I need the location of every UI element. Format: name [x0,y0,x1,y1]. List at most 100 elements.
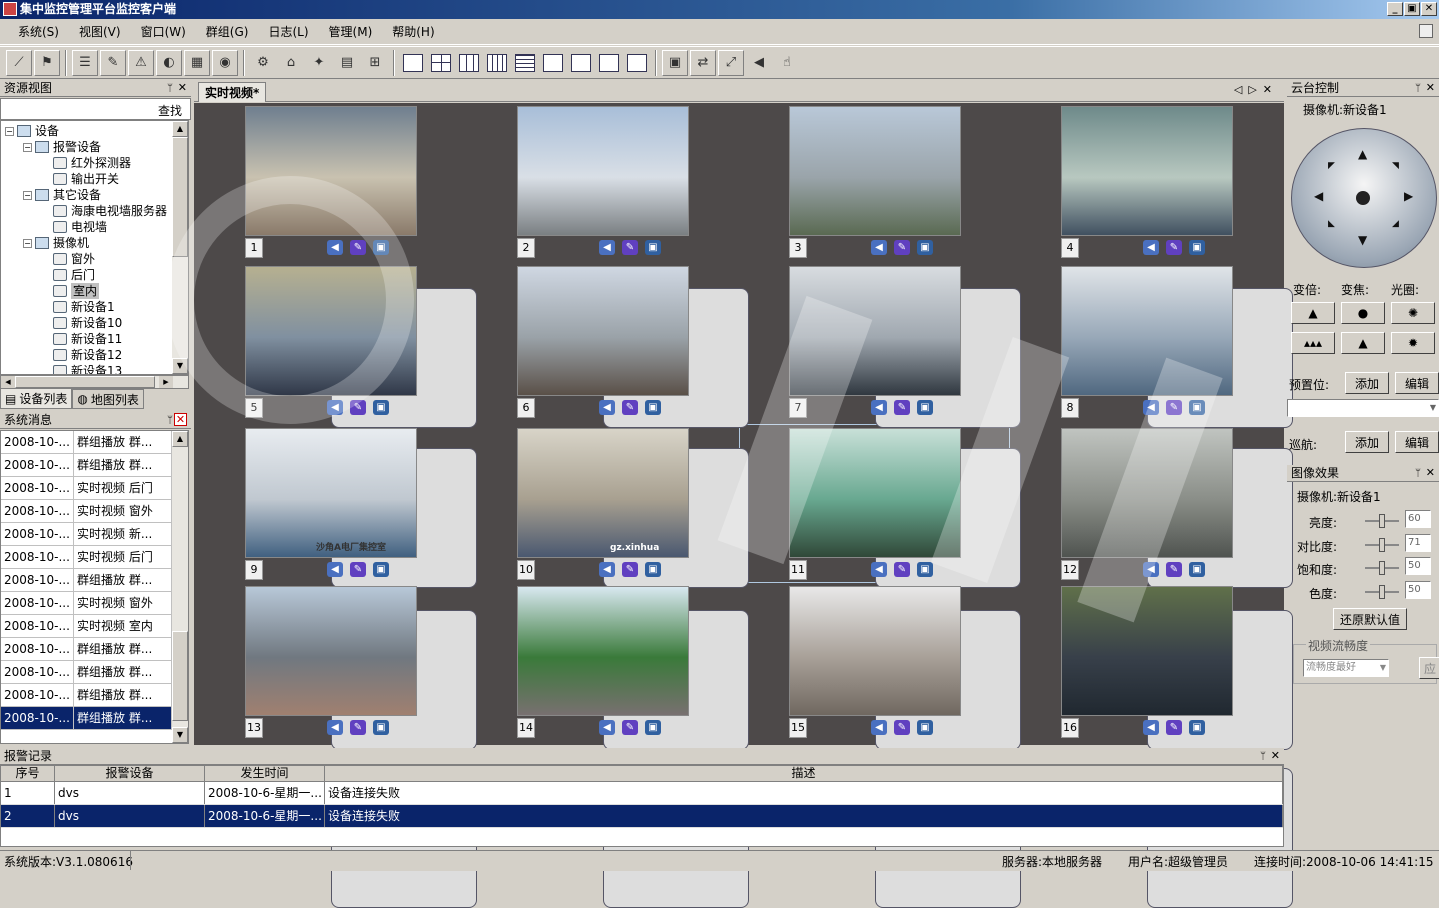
edit-icon[interactable]: ✎ [100,49,126,76]
close-icon[interactable]: ✕ [178,80,187,96]
menu-log[interactable]: 日志(L) [258,23,318,40]
split-10-icon[interactable] [596,49,622,76]
lock-icon[interactable] [1419,24,1433,38]
ptz-center-button[interactable] [1356,191,1370,205]
tree-node[interactable]: 新设备11 [5,331,188,347]
tree-node[interactable]: − 其它设备 [5,187,188,203]
tree-node[interactable]: − 摄像机 [5,235,188,251]
video-cell[interactable]: 13◀✎▣↻ [245,586,477,908]
video-feed[interactable] [1061,428,1233,558]
table-row[interactable]: 2008-10-... 群组播放 群... [1,684,188,707]
video-cell[interactable]: 2◀✎▣↻ [517,106,749,428]
close-icon[interactable]: ✕ [1426,80,1435,96]
tree-node[interactable]: 新设备13 [5,363,188,374]
microphone-icon[interactable]: ✎ [622,400,638,415]
expander-icon[interactable]: − [23,238,32,248]
record-icon[interactable]: ▣ [917,400,933,415]
table-row[interactable]: 2 dvs 2008-10-6-星期一... 设备连接失败 [1,805,1283,828]
focus-near-button[interactable]: ● [1341,302,1385,324]
video-feed[interactable] [789,266,961,396]
table-row[interactable]: 2008-10-... 实时视频 窗外 [1,592,188,615]
ptz-left-icon[interactable]: ◀ [1314,189,1323,203]
microphone-icon[interactable]: ✎ [350,720,366,735]
tree-node[interactable]: 新设备10 [5,315,188,331]
speaker-icon[interactable]: ◀ [327,562,343,577]
speaker-icon[interactable]: ◀ [327,240,343,255]
tree-node[interactable]: − 报警设备 [5,139,188,155]
ptz-downright-icon[interactable]: ◢ [1392,219,1399,229]
video-cell[interactable]: 3◀✎▣↻ [789,106,1021,428]
pin-icon[interactable]: ᛘ [167,81,173,97]
close-icon[interactable]: ✕ [1426,465,1435,481]
table-row[interactable]: 2008-10-... 群组播放 群... [1,431,188,454]
pin-icon[interactable]: ᛘ [1415,466,1421,482]
microphone-icon[interactable]: ✎ [622,720,638,735]
microphone-icon[interactable]: ✎ [350,240,366,255]
speaker-icon[interactable]: ◀ [599,400,615,415]
record-icon[interactable]: ▣ [917,240,933,255]
pin-icon[interactable]: ᛘ [167,413,173,429]
saturation-slider[interactable] [1365,561,1399,575]
microphone-icon[interactable]: ✎ [1166,240,1182,255]
ptz-upleft-icon[interactable]: ◤ [1328,161,1335,171]
tree-node[interactable]: 红外探测器 [5,155,188,171]
video-feed[interactable] [517,106,689,236]
smoothness-select[interactable]: 流畅度最好 ▼ [1303,659,1389,677]
speaker-icon[interactable]: ◀ [599,562,615,577]
record-icon[interactable]: ▣ [373,400,389,415]
speaker-icon[interactable]: ◀ [599,240,615,255]
video-feed[interactable] [789,106,961,236]
brightness-slider[interactable] [1365,514,1399,528]
menu-group[interactable]: 群组(G) [196,23,259,40]
microphone-icon[interactable]: ✎ [1166,562,1182,577]
col-device[interactable]: 报警设备 [55,766,205,781]
run-icon[interactable]: ⚑ [34,49,60,76]
apply-button[interactable]: 应 [1419,657,1439,679]
col-time[interactable]: 发生时间 [205,766,325,781]
split-1-icon[interactable] [400,49,426,76]
record-icon[interactable]: ▣ [373,720,389,735]
record-icon[interactable]: ▣ [917,720,933,735]
speaker-icon[interactable]: ◀ [1143,240,1159,255]
menu-view[interactable]: 视图(V) [69,23,131,40]
video-feed[interactable] [517,266,689,396]
maximize-button[interactable]: ▣ [1404,2,1420,16]
tree-node[interactable]: 窗外 [5,251,188,267]
ptz-downleft-icon[interactable]: ◣ [1328,219,1335,229]
record-icon[interactable]: ▣ [1189,562,1205,577]
tree-node[interactable]: − 设备 [5,123,188,139]
table-row[interactable]: 2008-10-... 实时视频 新... [1,523,188,546]
alarm-icon[interactable]: ⚠ [128,49,154,76]
pin-icon[interactable]: ᛘ [1415,81,1421,97]
record-icon[interactable]: ▣ [1189,720,1205,735]
tree-node[interactable]: 新设备12 [5,347,188,363]
hue-value[interactable]: 50 [1405,581,1431,599]
speaker-icon[interactable]: ◀ [1143,400,1159,415]
tree-node[interactable]: 室内 [5,283,188,299]
zoom-out-button[interactable]: ▴▴▴ [1291,332,1335,354]
table-row[interactable]: 2008-10-... 实时视频 后门 [1,546,188,569]
cruise-edit-button[interactable]: 编辑 [1395,431,1439,453]
ptz-upright-icon[interactable]: ◥ [1392,161,1399,171]
expander-icon[interactable]: − [23,142,32,152]
focus-far-button[interactable]: ▲ [1341,332,1385,354]
tree-scrollbar[interactable]: ▲ ▼ [172,121,188,374]
table-row[interactable]: 2008-10-... 群组播放 群... [1,638,188,661]
cruise-add-button[interactable]: 添加 [1345,431,1389,453]
split-13-icon[interactable] [624,49,650,76]
video-cell[interactable]: 11◀✎▣↻ [789,428,1021,750]
speaker-icon[interactable]: ◀ [327,720,343,735]
microphone-icon[interactable]: ✎ [894,720,910,735]
video-cell[interactable]: gz.xinhua10◀✎▣↻ [517,428,749,750]
expander-icon[interactable]: − [23,190,32,200]
table-row[interactable]: 2008-10-... 群组播放 群... [1,569,188,592]
ptz-joystick[interactable]: ▲ ▼ ◀ ▶ ◤ ◥ ◣ ◢ [1291,128,1437,268]
speaker-icon[interactable]: ◀ [871,240,887,255]
close-button[interactable]: ✕ [1421,2,1437,16]
microphone-icon[interactable]: ✎ [350,562,366,577]
video-cell[interactable]: 5◀✎▣↻ [245,266,477,588]
ptz-up-icon[interactable]: ▲ [1358,147,1367,161]
search-input[interactable]: 查找 [0,98,191,120]
menu-help[interactable]: 帮助(H) [382,23,444,40]
tab-nav-icons[interactable]: ◁▷✕ [1234,83,1278,96]
